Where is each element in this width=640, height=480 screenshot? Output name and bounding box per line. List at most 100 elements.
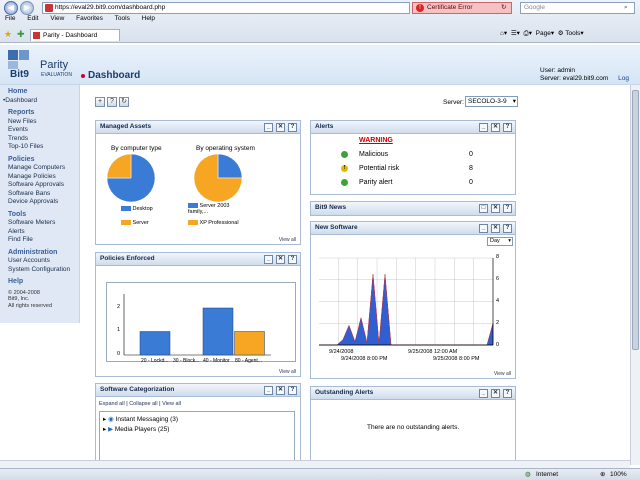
minimize-button[interactable]: _ <box>264 386 273 395</box>
menu-file[interactable]: File <box>5 15 15 22</box>
sidebar-item-manage-computers[interactable]: Manage Computers <box>8 164 79 173</box>
view-all-link[interactable]: View all <box>279 369 296 375</box>
sidebar-item-manage-policies[interactable]: Manage Policies <box>8 173 79 182</box>
minimize-button[interactable]: _ <box>264 255 273 264</box>
policies-enforced-title: Policies Enforced <box>100 255 155 262</box>
search-icon[interactable]: ⌕ <box>624 3 628 13</box>
collapse-all-link[interactable]: Collapse all <box>129 401 157 407</box>
sidebar-item-software-approvals[interactable]: Software Approvals <box>8 181 79 190</box>
sidebar-item-alerts[interactable]: Alerts <box>8 228 79 237</box>
alert-malicious-label[interactable]: Malicious <box>359 151 388 158</box>
zoom-icon[interactable]: ⊕ <box>600 469 605 480</box>
legend-server2003: Server 2003 family,... <box>188 203 230 215</box>
restore-button[interactable]: □ <box>479 204 488 213</box>
sidebar-item-trends[interactable]: Trends <box>8 135 79 144</box>
sidebar-item-dashboard[interactable]: •Dashboard <box>3 97 79 106</box>
close-button[interactable]: ✕ <box>276 123 285 132</box>
menu-tools[interactable]: Tools <box>115 15 130 22</box>
pie-slice[interactable] <box>106 153 132 179</box>
page-menu[interactable]: Page <box>536 30 551 37</box>
x-tick: 9/24/2008 8:00 PM <box>341 356 388 362</box>
tab-dashboard[interactable]: Parity - Dashboard <box>30 29 120 41</box>
sidebar-section-administration[interactable]: Administration <box>8 249 79 258</box>
help-button[interactable]: ? <box>503 224 512 233</box>
help-button[interactable]: ? <box>288 255 297 264</box>
menu-favorites[interactable]: Favorites <box>76 15 103 22</box>
globe-icon: ◍ <box>525 471 531 478</box>
address-bar[interactable]: https://eval29.bit9.com/dashboard.php <box>42 2 410 14</box>
view-all-link[interactable]: View all <box>162 401 181 407</box>
forward-icon[interactable]: ▶ <box>20 1 34 15</box>
certificate-error-button[interactable]: ! Certificate Error ↻ <box>412 2 512 14</box>
print-icon[interactable]: ⎙▾ <box>524 30 532 37</box>
tree-item-instant-messaging[interactable]: ▸ ◉ Instant Messaging (3) <box>103 415 178 423</box>
close-button[interactable]: ✕ <box>491 123 500 132</box>
menu-help[interactable]: Help <box>142 15 155 22</box>
help-button[interactable]: ? <box>107 97 117 107</box>
sidebar-section-home[interactable]: Home <box>8 88 79 97</box>
sidebar-item-device-approvals[interactable]: Device Approvals <box>8 198 79 207</box>
back-icon[interactable]: ◀ <box>4 1 18 15</box>
managed-assets-portlet: Managed Assets _ ✕ ? By computer type By… <box>95 120 301 245</box>
logout-link[interactable]: Log <box>618 75 629 82</box>
help-button[interactable]: ? <box>503 204 512 213</box>
refresh-button[interactable]: ↻ <box>119 97 129 107</box>
feeds-icon[interactable]: ☰▾ <box>511 30 520 37</box>
minimize-button[interactable]: _ <box>264 123 273 132</box>
bar[interactable] <box>202 307 234 356</box>
help-button[interactable]: ? <box>288 123 297 132</box>
help-button[interactable]: ? <box>503 389 512 398</box>
bar[interactable] <box>234 331 265 356</box>
tools-menu[interactable]: Tools <box>565 30 580 37</box>
add-favorites-icon[interactable]: ✚ <box>17 29 25 40</box>
vertical-scrollbar[interactable] <box>630 85 640 465</box>
asset-pies <box>106 153 243 203</box>
sidebar-item-system-configuration[interactable]: System Configuration <box>8 266 79 275</box>
add-portlet-button[interactable]: + <box>95 97 105 107</box>
sidebar-section-tools[interactable]: Tools <box>8 211 79 220</box>
close-button[interactable]: ✕ <box>491 224 500 233</box>
sidebar-item-software-meters[interactable]: Software Meters <box>8 219 79 228</box>
view-all-link[interactable]: View all <box>494 371 511 377</box>
tree-item-media-players[interactable]: ▸ ▶ Media Players (25) <box>103 425 169 433</box>
sidebar-item-find-file[interactable]: Find File <box>8 236 79 245</box>
expand-arrow-icon[interactable]: ▸ <box>103 416 106 423</box>
expand-all-link[interactable]: Expand all <box>99 401 125 407</box>
close-button[interactable]: ✕ <box>491 389 500 398</box>
legend-swatch <box>121 220 131 226</box>
sidebar-item-top10-files[interactable]: Top-10 Files <box>8 143 79 152</box>
alert-parity-label[interactable]: Parity alert <box>359 179 392 186</box>
scrollbar-thumb[interactable] <box>632 90 639 350</box>
warning-link[interactable]: WARNING <box>359 137 393 144</box>
alert-potential-risk-label[interactable]: Potential risk <box>359 165 399 172</box>
close-button[interactable]: ✕ <box>491 204 500 213</box>
close-button[interactable]: ✕ <box>276 255 285 264</box>
pie-slice[interactable] <box>217 153 243 179</box>
menu-view[interactable]: View <box>50 15 64 22</box>
minimize-button[interactable]: _ <box>479 123 488 132</box>
home-icon[interactable]: ⌂▾ <box>500 30 507 37</box>
close-button[interactable]: ✕ <box>276 386 285 395</box>
minimize-button[interactable]: _ <box>479 224 488 233</box>
zoom-level[interactable]: 100% <box>610 469 627 480</box>
sidebar-item-events[interactable]: Events <box>8 126 79 135</box>
sidebar-section-policies[interactable]: Policies <box>8 156 79 165</box>
sidebar-item-software-bans[interactable]: Software Bans <box>8 190 79 199</box>
favorites-star-icon[interactable]: ★ <box>4 29 12 40</box>
server-select[interactable]: SECOLO-3-9 ▾ <box>465 96 518 107</box>
expand-arrow-icon[interactable]: ▸ <box>103 426 106 433</box>
menu-edit[interactable]: Edit <box>27 15 38 22</box>
horizontal-scrollbar[interactable] <box>0 460 630 468</box>
sidebar-item-user-accounts[interactable]: User Accounts <box>8 257 79 266</box>
minimize-button[interactable]: _ <box>479 389 488 398</box>
view-all-link[interactable]: View all <box>279 237 296 243</box>
bar[interactable] <box>139 331 171 356</box>
help-button[interactable]: ? <box>503 123 512 132</box>
sidebar-section-reports[interactable]: Reports <box>8 109 79 118</box>
sidebar-item-new-files[interactable]: New Files <box>8 118 79 127</box>
sidebar-section-help[interactable]: Help <box>8 278 79 287</box>
gear-icon[interactable]: ⚙ <box>558 30 564 37</box>
refresh-icon[interactable]: ↻ <box>501 3 506 13</box>
search-input[interactable]: Google ⌕ <box>520 2 635 14</box>
help-button[interactable]: ? <box>288 386 297 395</box>
